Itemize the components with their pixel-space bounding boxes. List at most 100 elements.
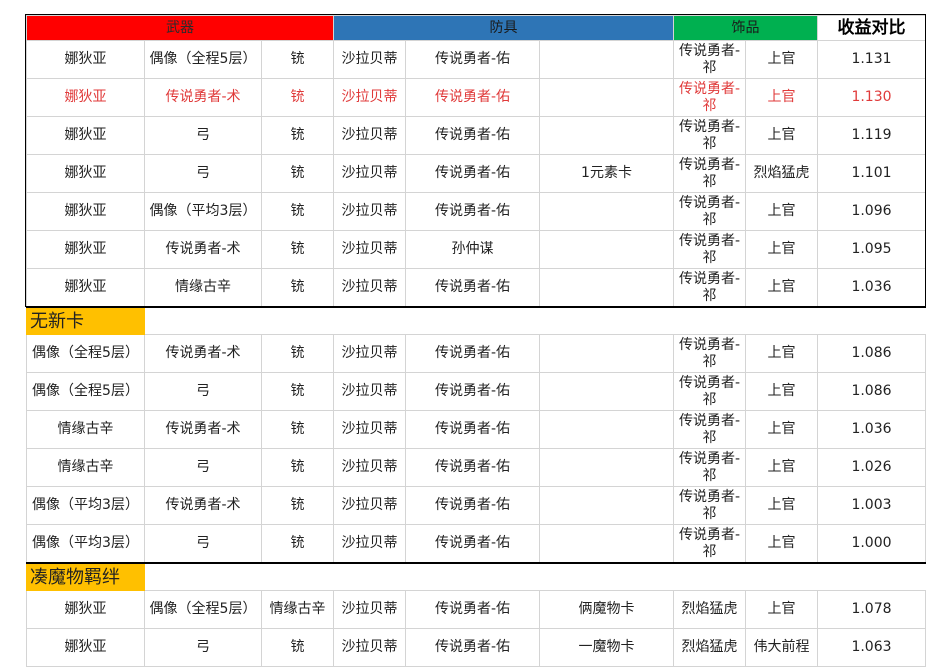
section-title[interactable]: 凑魔物羁绊 — [26, 562, 145, 591]
empty-cell[interactable] — [144, 306, 262, 335]
cell-armor3[interactable] — [539, 486, 674, 525]
cell-armor2[interactable]: 传说勇者-佑 — [405, 192, 540, 231]
cell-acc2[interactable]: 上官 — [745, 448, 818, 487]
cell-acc2[interactable]: 上官 — [745, 230, 818, 269]
cell-acc2[interactable]: 上官 — [745, 590, 818, 629]
cell-armor1[interactable]: 沙拉贝蒂 — [333, 78, 406, 117]
cell-acc1[interactable]: 传说勇者-祁 — [673, 410, 746, 449]
cell-armor3[interactable]: 1元素卡 — [539, 154, 674, 193]
empty-cell[interactable] — [673, 562, 746, 591]
cell-weapon[interactable]: 偶像（全程5层） — [144, 590, 262, 629]
cell-acc2[interactable]: 上官 — [745, 334, 818, 373]
cell-acc1[interactable]: 传说勇者-祁 — [673, 448, 746, 487]
cell-acc1[interactable]: 传说勇者-祁 — [673, 486, 746, 525]
cell-ratio[interactable]: 1.119 — [817, 116, 926, 155]
cell-weapon2[interactable]: 铳 — [261, 372, 334, 411]
empty-cell[interactable] — [333, 562, 406, 591]
cell-acc2[interactable]: 上官 — [745, 410, 818, 449]
empty-cell[interactable] — [673, 306, 746, 335]
cell-char[interactable]: 偶像（全程5层） — [26, 372, 145, 411]
cell-armor1[interactable]: 沙拉贝蒂 — [333, 192, 406, 231]
empty-cell[interactable] — [405, 306, 540, 335]
cell-armor2[interactable]: 传说勇者-佑 — [405, 372, 540, 411]
cell-ratio[interactable]: 1.131 — [817, 40, 926, 79]
cell-armor3[interactable] — [539, 192, 674, 231]
cell-weapon2[interactable]: 铳 — [261, 116, 334, 155]
cell-armor1[interactable]: 沙拉贝蒂 — [333, 268, 406, 308]
cell-char[interactable]: 情缘古辛 — [26, 410, 145, 449]
cell-char[interactable]: 娜狄亚 — [26, 40, 145, 79]
cell-weapon2[interactable]: 铳 — [261, 486, 334, 525]
empty-cell[interactable] — [539, 306, 674, 335]
empty-cell[interactable] — [745, 562, 818, 591]
cell-armor2[interactable]: 传说勇者-佑 — [405, 268, 540, 308]
cell-armor3[interactable] — [539, 410, 674, 449]
section-title[interactable]: 无新卡 — [26, 306, 145, 335]
cell-weapon[interactable]: 弓 — [144, 116, 262, 155]
cell-weapon2[interactable]: 情缘古辛 — [261, 590, 334, 629]
cell-weapon[interactable]: 弓 — [144, 154, 262, 193]
cell-ratio[interactable]: 1.036 — [817, 268, 926, 308]
cell-armor1[interactable]: 沙拉贝蒂 — [333, 590, 406, 629]
cell-weapon2[interactable]: 铳 — [261, 268, 334, 308]
cell-weapon2[interactable]: 铳 — [261, 410, 334, 449]
cell-armor3[interactable] — [539, 334, 674, 373]
cell-char[interactable]: 娜狄亚 — [26, 192, 145, 231]
cell-weapon2[interactable]: 铳 — [261, 524, 334, 564]
empty-cell[interactable] — [817, 562, 926, 591]
empty-cell[interactable] — [144, 562, 262, 591]
cell-char[interactable]: 偶像（全程5层） — [26, 334, 145, 373]
cell-acc1[interactable]: 传说勇者-祁 — [673, 230, 746, 269]
cell-acc2[interactable]: 上官 — [745, 268, 818, 308]
cell-weapon[interactable]: 弓 — [144, 372, 262, 411]
empty-cell[interactable] — [261, 306, 334, 335]
cell-weapon2[interactable]: 铳 — [261, 154, 334, 193]
cell-armor2[interactable]: 传说勇者-佑 — [405, 524, 540, 564]
cell-armor2[interactable]: 传说勇者-佑 — [405, 78, 540, 117]
empty-cell[interactable] — [261, 562, 334, 591]
cell-acc2[interactable]: 上官 — [745, 40, 818, 79]
cell-char[interactable]: 情缘古辛 — [26, 448, 145, 487]
empty-cell[interactable] — [745, 306, 818, 335]
cell-ratio[interactable]: 1.003 — [817, 486, 926, 525]
cell-weapon[interactable]: 传说勇者-术 — [144, 410, 262, 449]
cell-weapon2[interactable]: 铳 — [261, 78, 334, 117]
cell-armor2[interactable]: 孙仲谋 — [405, 230, 540, 269]
cell-weapon[interactable]: 情缘古辛 — [144, 268, 262, 308]
cell-acc1[interactable]: 烈焰猛虎 — [673, 590, 746, 629]
cell-armor1[interactable]: 沙拉贝蒂 — [333, 410, 406, 449]
cell-ratio[interactable]: 1.000 — [817, 524, 926, 564]
cell-weapon2[interactable]: 铳 — [261, 334, 334, 373]
cell-char[interactable]: 娜狄亚 — [26, 154, 145, 193]
cell-acc1[interactable]: 传说勇者-祁 — [673, 334, 746, 373]
cell-acc1[interactable]: 传说勇者-祁 — [673, 268, 746, 308]
cell-char[interactable]: 娜狄亚 — [26, 116, 145, 155]
cell-weapon[interactable]: 传说勇者-术 — [144, 486, 262, 525]
header-ratio[interactable]: 收益对比 — [817, 15, 926, 41]
cell-armor1[interactable]: 沙拉贝蒂 — [333, 448, 406, 487]
cell-acc2[interactable]: 上官 — [745, 524, 818, 564]
cell-weapon[interactable]: 传说勇者-术 — [144, 78, 262, 117]
cell-ratio[interactable]: 1.078 — [817, 590, 926, 629]
cell-acc2[interactable]: 上官 — [745, 78, 818, 117]
cell-armor2[interactable]: 传说勇者-佑 — [405, 486, 540, 525]
cell-armor2[interactable]: 传说勇者-佑 — [405, 334, 540, 373]
cell-armor3[interactable] — [539, 40, 674, 79]
cell-armor2[interactable]: 传说勇者-佑 — [405, 410, 540, 449]
cell-weapon2[interactable]: 铳 — [261, 230, 334, 269]
cell-acc1[interactable]: 传说勇者-祁 — [673, 40, 746, 79]
empty-cell[interactable] — [333, 306, 406, 335]
cell-acc1[interactable]: 传说勇者-祁 — [673, 154, 746, 193]
cell-weapon[interactable]: 传说勇者-术 — [144, 334, 262, 373]
cell-char[interactable]: 娜狄亚 — [26, 590, 145, 629]
cell-ratio[interactable]: 1.101 — [817, 154, 926, 193]
cell-weapon[interactable]: 弓 — [144, 524, 262, 564]
cell-acc2[interactable]: 烈焰猛虎 — [745, 154, 818, 193]
cell-armor1[interactable]: 沙拉贝蒂 — [333, 230, 406, 269]
cell-armor3[interactable] — [539, 524, 674, 564]
cell-armor2[interactable]: 传说勇者-佑 — [405, 116, 540, 155]
cell-armor1[interactable]: 沙拉贝蒂 — [333, 372, 406, 411]
cell-acc1[interactable]: 传说勇者-祁 — [673, 192, 746, 231]
cell-ratio[interactable]: 1.095 — [817, 230, 926, 269]
cell-weapon[interactable]: 弓 — [144, 448, 262, 487]
